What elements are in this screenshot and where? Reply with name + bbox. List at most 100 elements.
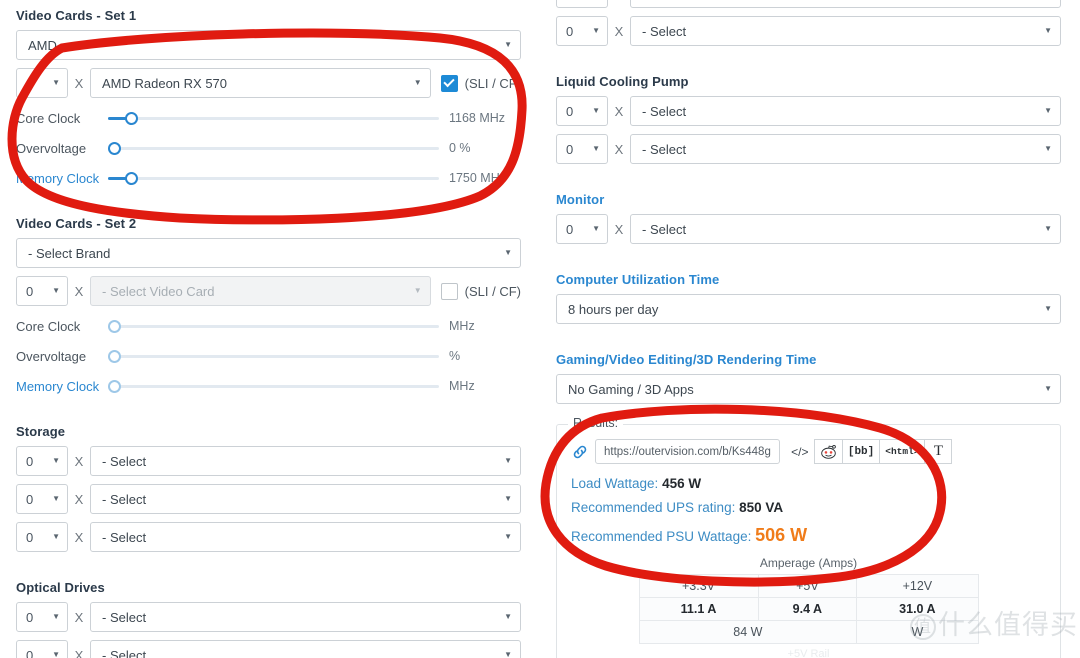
set1-core-clock-row: Core Clock 1168 MHz bbox=[16, 106, 521, 130]
optical-qty-select-2[interactable]: 0 ▼ bbox=[16, 640, 68, 658]
chevron-down-icon: ▼ bbox=[52, 532, 60, 541]
slider-knob[interactable] bbox=[108, 141, 121, 155]
chevron-down-icon: ▼ bbox=[1044, 144, 1052, 153]
utilization-title[interactable]: Computer Utilization Time bbox=[556, 272, 1061, 287]
videocards-set2-qty-select[interactable]: 0 ▼ bbox=[16, 276, 68, 306]
storage-qty-select-2[interactable]: 0 ▼ bbox=[16, 484, 68, 514]
monitor-select-1[interactable]: - Select ▼ bbox=[630, 214, 1061, 244]
utilization-select[interactable]: 8 hours per day ▼ bbox=[556, 294, 1061, 324]
multiply-label: X bbox=[74, 453, 84, 469]
text-icon[interactable]: T bbox=[924, 439, 953, 464]
slider-knob[interactable] bbox=[124, 111, 138, 125]
right-top-select-0[interactable]: - Select ▼ bbox=[630, 0, 1061, 8]
set2-overvoltage-track[interactable] bbox=[108, 346, 439, 366]
set2-memory-clock-label[interactable]: Memory Clock bbox=[16, 379, 108, 394]
videocards-set2-card-select[interactable]: - Select Video Card ▼ bbox=[90, 276, 431, 306]
share-row: https://outervision.com/b/Ks448g </> [bb… bbox=[571, 439, 1046, 464]
videocards-set1-qty-select[interactable]: 2 ▼ bbox=[16, 68, 68, 98]
optical-qty-value-2: 0 bbox=[26, 647, 34, 658]
liquid-cooling-qty-value-2: 0 bbox=[566, 141, 574, 157]
load-wattage-label: Load Wattage: bbox=[571, 476, 659, 491]
multiply-label: X bbox=[614, 141, 624, 157]
right-top-qty-1[interactable]: 0 ▼ bbox=[556, 16, 608, 46]
liquid-cooling-title: Liquid Cooling Pump bbox=[556, 74, 689, 89]
amperage-amps-33v: 11.1 A bbox=[638, 597, 759, 622]
multiply-label: X bbox=[74, 647, 84, 658]
multiply-label: X bbox=[74, 491, 84, 507]
html-icon[interactable]: <html> bbox=[879, 439, 925, 464]
optical-select-2[interactable]: - Select ▼ bbox=[90, 640, 521, 658]
slider-knob[interactable] bbox=[108, 349, 121, 363]
reddit-icon[interactable] bbox=[813, 439, 842, 464]
videocards-set1-card-row: 2 ▼ X AMD Radeon RX 570 ▼ (SLI / CF) bbox=[16, 68, 521, 98]
set1-core-clock-label: Core Clock bbox=[16, 110, 81, 126]
set2-core-clock-value: MHz bbox=[449, 319, 475, 333]
code-icon[interactable]: </> bbox=[785, 439, 814, 464]
monitor-qty-value-1: 0 bbox=[566, 221, 574, 237]
right-top-select-1[interactable]: - Select ▼ bbox=[630, 16, 1061, 46]
liquid-cooling-qty-1[interactable]: 0 ▼ bbox=[556, 96, 608, 126]
set1-memory-clock-row: Memory Clock 1750 MHz bbox=[16, 166, 521, 190]
set1-overvoltage-row: Overvoltage 0 % bbox=[16, 136, 521, 160]
liquid-cooling-select-1[interactable]: - Select ▼ bbox=[630, 96, 1061, 126]
storage-qty-select-3[interactable]: 0 ▼ bbox=[16, 522, 68, 552]
optical-row-2: 0 ▼ X - Select ▼ bbox=[16, 640, 521, 658]
right-top-row-0: 0 ▼ X - Select ▼ bbox=[556, 0, 1061, 8]
right-top-qty-value-1: 0 bbox=[566, 23, 574, 39]
storage-value-2: - Select bbox=[102, 491, 147, 507]
liquid-cooling-row-2: 0 ▼ X - Select ▼ bbox=[556, 134, 1061, 164]
load-wattage-line: Load Wattage: 456 W bbox=[571, 476, 1046, 493]
set2-overvoltage-label: Overvoltage bbox=[16, 348, 87, 364]
chevron-down-icon: ▼ bbox=[52, 78, 60, 87]
set1-memory-clock-label[interactable]: Memory Clock bbox=[16, 171, 108, 186]
set1-overvoltage-track[interactable] bbox=[108, 138, 439, 158]
slider-track bbox=[108, 384, 439, 388]
storage-select-1[interactable]: - Select ▼ bbox=[90, 446, 521, 476]
monitor-qty-1[interactable]: 0 ▼ bbox=[556, 214, 608, 244]
share-url-field[interactable]: https://outervision.com/b/Ks448g bbox=[595, 439, 780, 464]
videocards-set2-brand-select[interactable]: - Select Brand ▼ bbox=[16, 238, 521, 268]
storage-select-2[interactable]: - Select ▼ bbox=[90, 484, 521, 514]
right-top-qty-0[interactable]: 0 ▼ bbox=[556, 0, 608, 8]
set2-core-clock-label: Core Clock bbox=[16, 318, 81, 334]
optical-qty-select-1[interactable]: 0 ▼ bbox=[16, 602, 68, 632]
videocards-set1-card-select[interactable]: AMD Radeon RX 570 ▼ bbox=[90, 68, 431, 98]
gaming-title[interactable]: Gaming/Video Editing/3D Rendering Time bbox=[556, 352, 1061, 367]
slider-knob[interactable] bbox=[124, 171, 138, 185]
chevron-down-icon: ▼ bbox=[504, 612, 512, 621]
psu-wattage-line: Recommended PSU Wattage: 506 W bbox=[571, 524, 1046, 547]
videocards-set1-sli-checkbox[interactable] bbox=[440, 74, 458, 92]
videocards-set2-sli-checkbox[interactable] bbox=[440, 282, 458, 300]
bbcode-icon[interactable]: [bb] bbox=[841, 439, 880, 464]
share-url-value: https://outervision.com/b/Ks448g bbox=[604, 445, 771, 458]
slider-knob[interactable] bbox=[108, 379, 121, 393]
share-buttons: </> [bb] <html> T bbox=[785, 439, 953, 464]
storage-qty-select-1[interactable]: 0 ▼ bbox=[16, 446, 68, 476]
storage-title: Storage bbox=[16, 424, 66, 439]
chevron-down-icon: ▼ bbox=[413, 78, 422, 87]
right-column: 0 ▼ X - Select ▼ 0 ▼ X - Select ▼ Liquid… bbox=[556, 0, 1061, 658]
videocards-set1-brand-select[interactable]: AMD ▼ bbox=[16, 30, 521, 60]
psu-calculator-page: Video Cards - Set 1 AMD ▼ 2 ▼ X AMD Rade… bbox=[0, 0, 1080, 658]
monitor-row-1: 0 ▼ X - Select ▼ bbox=[556, 214, 1061, 244]
storage-select-3[interactable]: - Select ▼ bbox=[90, 522, 521, 552]
set1-memory-clock-track[interactable] bbox=[108, 168, 439, 188]
chevron-down-icon: ▼ bbox=[1044, 106, 1052, 115]
liquid-cooling-qty-2[interactable]: 0 ▼ bbox=[556, 134, 608, 164]
set1-core-clock-track[interactable] bbox=[108, 108, 439, 128]
chevron-down-icon: ▼ bbox=[504, 248, 512, 257]
set1-core-clock-value: 1168 MHz bbox=[449, 111, 506, 125]
monitor-title[interactable]: Monitor bbox=[556, 192, 1061, 207]
videocards-set2-title: Video Cards - Set 2 bbox=[16, 216, 137, 231]
optical-select-1[interactable]: - Select ▼ bbox=[90, 602, 521, 632]
videocards-set2-qty-value: 0 bbox=[26, 283, 34, 299]
optical-row-1: 0 ▼ X - Select ▼ bbox=[16, 602, 521, 632]
videocards-set1-sli-wrap: (SLI / CF) bbox=[440, 74, 521, 92]
liquid-cooling-select-2[interactable]: - Select ▼ bbox=[630, 134, 1061, 164]
set2-memory-clock-track[interactable] bbox=[108, 376, 439, 396]
slider-track bbox=[108, 146, 439, 150]
gaming-select[interactable]: No Gaming / 3D Apps ▼ bbox=[556, 374, 1061, 404]
chevron-down-icon: ▼ bbox=[1044, 26, 1052, 35]
slider-knob[interactable] bbox=[108, 319, 121, 333]
set2-core-clock-track[interactable] bbox=[108, 316, 439, 336]
